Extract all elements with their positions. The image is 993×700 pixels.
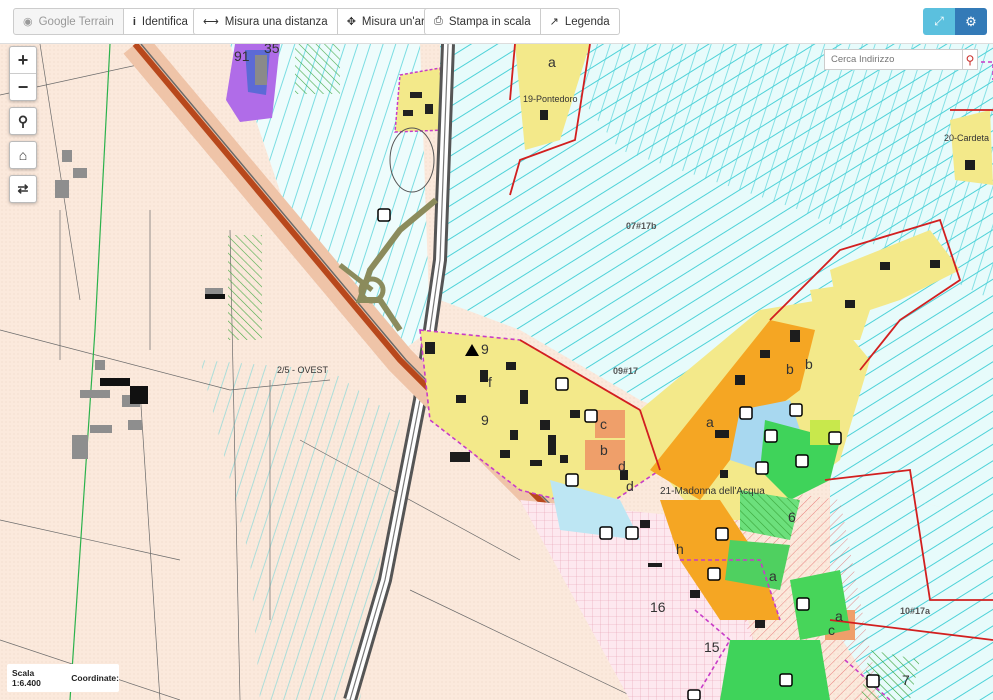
magnifier-icon: ⚲ — [17, 112, 29, 129]
label-pontedoro: 19-Pontedoro — [523, 94, 578, 104]
legend-label: Legenda — [564, 15, 610, 28]
label-madonna-acqua: 21-Madonna dell'Acqua — [660, 486, 765, 497]
layer-button-group: ◉ Google Terrain i Identifica — [13, 8, 198, 35]
fullscreen-button[interactable]: ⤢ — [923, 8, 955, 35]
map-canvas[interactable]: 19-Pontedoro 20-Cardeta 07#17b 09#17 10#… — [0, 44, 993, 700]
label-c1: c — [600, 416, 607, 432]
label-d1: d — [618, 458, 626, 474]
label-c2: c — [828, 622, 835, 638]
label-zone-91: 91 — [234, 48, 250, 64]
plus-icon: + — [17, 49, 29, 70]
fullscreen-icon: ⤢ — [934, 14, 944, 28]
toolbar: ◉ Google Terrain i Identifica ⟷ Misura u… — [0, 0, 993, 44]
legend-button[interactable]: ↗ Legenda — [540, 8, 620, 35]
print-button-group: ⎙ Stampa in scala ↗ Legenda — [424, 8, 620, 35]
arrows-horizontal-icon: ⟷ — [203, 16, 219, 28]
label-b2: b — [786, 361, 794, 377]
label-cardeta: 20-Cardeta — [944, 133, 990, 143]
info-icon: i — [132, 15, 136, 28]
label-h1: h — [676, 541, 684, 557]
zoom-box-control: ⚲ — [9, 107, 37, 135]
google-terrain-button[interactable]: ◉ Google Terrain — [13, 8, 124, 35]
label-zone-07: 07#17b — [626, 221, 657, 231]
zoom-control: + − — [9, 46, 37, 101]
address-search-input[interactable] — [825, 54, 962, 65]
label-f1: f — [488, 374, 492, 390]
measure-distance-label: Misura una distanza — [224, 15, 328, 28]
label-a3: a — [769, 568, 777, 584]
home-icon: ⌂ — [18, 147, 28, 163]
label-b3: b — [805, 356, 813, 372]
label-d2: d — [626, 478, 634, 494]
coordinate-label: Coordinate: — [71, 673, 119, 683]
print-icon: ⎙ — [434, 15, 443, 27]
label-zone-16: 16 — [650, 599, 666, 615]
map-graphics — [0, 44, 993, 700]
print-scale-button[interactable]: ⎙ Stampa in scala — [424, 8, 541, 35]
google-terrain-label: Google Terrain — [38, 15, 114, 28]
eye-icon: ◉ — [23, 16, 33, 28]
label-zone-09: 09#17 — [613, 366, 639, 376]
measure-distance-button[interactable]: ⟷ Misura una distanza — [193, 8, 338, 35]
settings-button[interactable]: ⚙ — [955, 8, 987, 35]
arrows-horizontal-icon: ⇄ — [17, 181, 29, 196]
label-zone-6: 6 — [788, 509, 796, 525]
external-link-icon: ↗ — [549, 16, 559, 28]
map-marker-icon[interactable]: ⚲ — [962, 50, 977, 69]
label-zone-9b: 9 — [481, 412, 489, 428]
expand-arrows-icon: ✥ — [346, 16, 356, 28]
label-zone-10: 10#17a — [900, 606, 931, 616]
view-button-group: ⤢ ⚙ — [923, 8, 987, 35]
label-a4: a — [835, 608, 843, 624]
scale-label: Scala 1:6.400 — [12, 668, 41, 688]
identifica-button[interactable]: i Identifica — [123, 8, 198, 35]
label-zone-9a: 9 — [481, 341, 489, 357]
minus-icon: − — [17, 76, 29, 97]
zoom-box-button[interactable]: ⚲ — [10, 108, 36, 134]
label-b1: b — [600, 442, 608, 458]
address-search: ⚲ — [824, 49, 978, 70]
gear-icon: ⚙ — [965, 13, 977, 29]
status-bar: Scala 1:6.400 Coordinate: — [7, 664, 119, 692]
label-zone-35: 35 — [264, 44, 280, 56]
identifica-label: Identifica — [141, 15, 188, 28]
label-zone-15: 15 — [704, 639, 720, 655]
pan-button[interactable]: ⇄ — [10, 176, 36, 202]
zoom-in-button[interactable]: + — [10, 47, 36, 73]
label-a2: a — [706, 414, 714, 430]
label-a1: a — [548, 54, 556, 70]
home-button[interactable]: ⌂ — [10, 142, 36, 168]
home-control: ⌂ — [9, 141, 37, 169]
label-ovest: 2/5 - OVEST — [277, 365, 329, 375]
zoom-out-button[interactable]: − — [10, 73, 36, 100]
print-scale-label: Stampa in scala — [448, 15, 531, 28]
label-zone-7: 7 — [902, 672, 910, 688]
measure-button-group: ⟷ Misura una distanza ✥ Misura un'area — [193, 8, 448, 35]
pan-control: ⇄ — [9, 175, 37, 203]
